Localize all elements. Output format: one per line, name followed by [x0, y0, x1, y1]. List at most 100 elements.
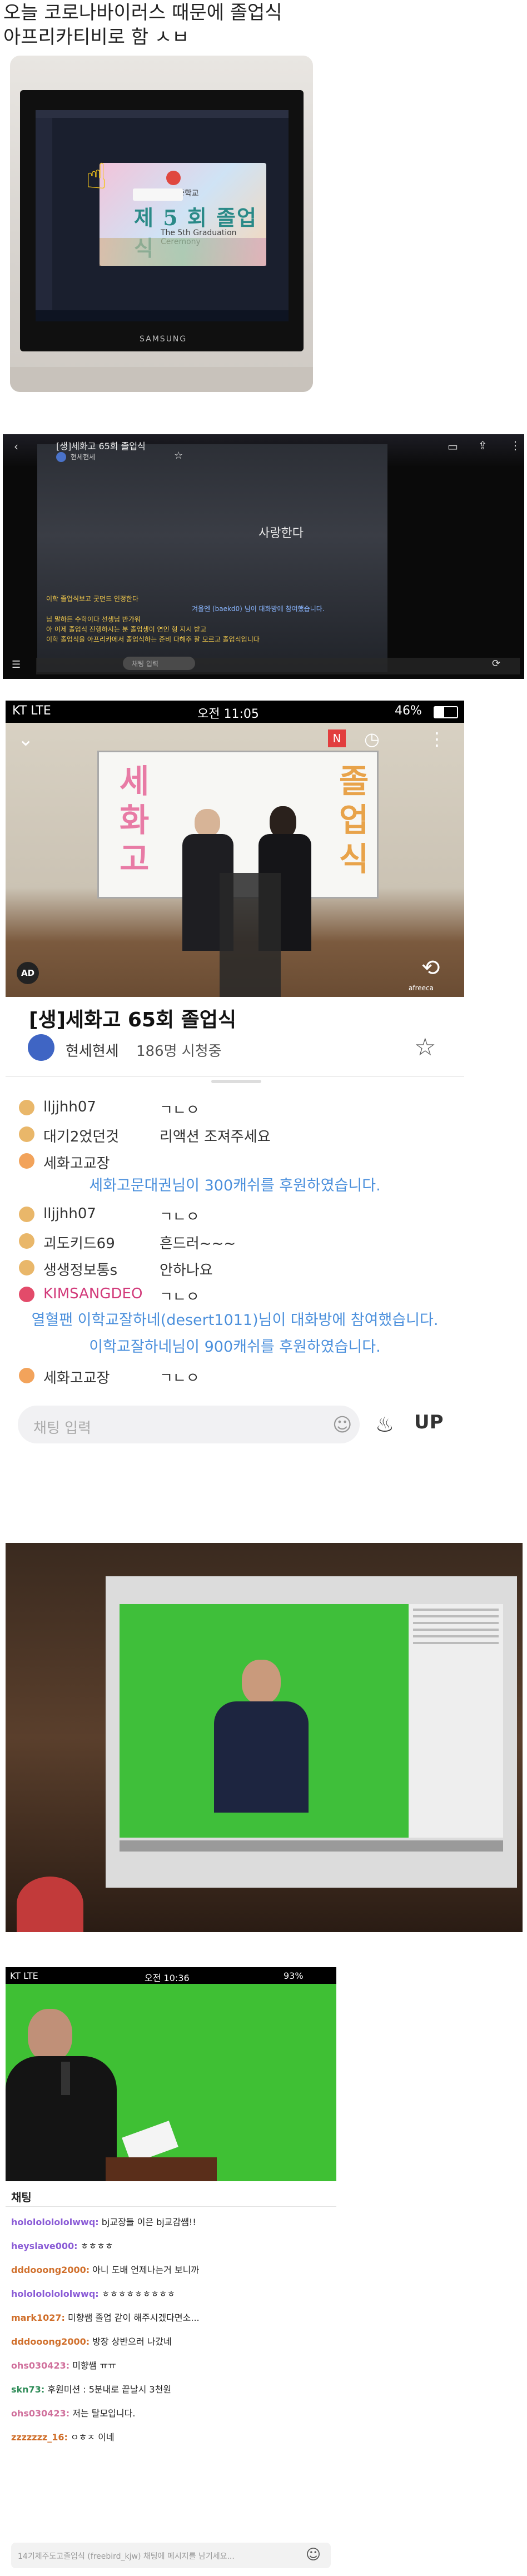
chat-line: hololololololwwq: ㅎㅎㅎㅎㅎㅎㅎㅎㅎ — [11, 2286, 175, 2300]
chat-message: 방장 상반으러 나갔네 — [92, 2336, 172, 2347]
red-chair — [17, 1877, 83, 1932]
chat-message: 아니 도배 언제나는거 보니까 — [92, 2265, 200, 2275]
board-char: 졸 — [339, 762, 369, 800]
battery-icon — [434, 706, 458, 718]
chat-username[interactable]: KIMSANGDEO — [43, 1285, 142, 1302]
user-icon — [19, 1368, 34, 1383]
cast-icon[interactable]: ▭ — [448, 440, 458, 453]
stream-player-dark: ‹ [생]세화고 65회 졸업식 현세현세 ☆ ▭ ⇪ ⋮ 사랑한다 이학 졸업… — [3, 434, 524, 679]
chat-row: lljjhh07 ㄱㄴㅇ — [6, 1094, 464, 1120]
chat-message: 미향쌤 졸업 같이 해주시겠다면소... — [68, 2312, 200, 2323]
chat-row: 세화고교장 — [6, 1148, 464, 1173]
carrier: KT LTE — [12, 704, 51, 718]
chat-username[interactable]: dddooong2000: — [11, 2336, 90, 2347]
chat-username[interactable]: hololololololwwq: — [11, 2289, 99, 2299]
battery-level: 93% — [284, 1971, 304, 1981]
chat-message: bj교장들 이은 bj교감쌤!! — [101, 2217, 196, 2227]
rotate-icon[interactable]: ⟳ — [492, 658, 500, 669]
stream-title: [생]세화고 65회 졸업식 — [56, 441, 146, 451]
chat-username[interactable]: mark1027: — [11, 2312, 65, 2323]
chat-message: 리액션 조져주세요 — [160, 1129, 271, 1145]
chat-username[interactable]: lljjhh07 — [43, 1205, 96, 1222]
board-char: 식 — [339, 840, 369, 878]
chat-username[interactable]: dddooong2000: — [11, 2265, 90, 2275]
chat-row: 세화고교장 ㄱㄴㅇ — [6, 1362, 464, 1388]
hand-cursor-icon: ☝ — [86, 156, 107, 197]
chat-username[interactable]: lljjhh07 — [43, 1099, 96, 1115]
user-icon — [19, 1153, 34, 1169]
chat-username[interactable]: 생생정보통s — [43, 1259, 117, 1279]
tv-screen: 중학교 제 5 회 졸업식 The 5th Graduation Ceremon… — [36, 110, 289, 321]
up-button[interactable]: UP — [414, 1411, 444, 1433]
channel-name[interactable]: 현세현세 — [66, 1040, 119, 1060]
chat-username[interactable]: ohs030423: — [11, 2360, 69, 2371]
chat-username[interactable]: heyslave000: — [11, 2241, 78, 2251]
school-emblem-icon — [166, 171, 181, 185]
more-icon[interactable]: ⋮ — [510, 439, 521, 452]
back-icon[interactable]: ‹ — [14, 440, 18, 453]
blurred-school-name — [133, 188, 183, 201]
chat-username[interactable]: 세화고교장 — [43, 1152, 110, 1173]
ad-badge[interactable]: AD — [17, 962, 39, 984]
chat-line: dddooong2000: 방장 상반으러 나갔네 — [11, 2334, 172, 2347]
chat-username[interactable]: ohs030423: — [11, 2408, 69, 2419]
projected-chat-panel — [409, 1604, 503, 1838]
chat-line: dddooong2000: 아니 도배 언제나는거 보니까 — [11, 2262, 199, 2276]
microphone-icon — [61, 2062, 70, 2095]
chat-username[interactable]: 괴도키드69 — [43, 1232, 115, 1253]
donation-notice: 세화고문대권님이 300캐쉬를 후원하였습니다. — [89, 1177, 381, 1194]
podium — [106, 2157, 217, 2181]
favorite-star-icon[interactable]: ☆ — [174, 450, 183, 461]
chat-row: KIMSANGDEO ㄱㄴㅇ — [6, 1281, 464, 1307]
player-chat-line: 이학 졸업식을 아프리카에서 졸업식하는 준비 다해주 잘 모르고 졸업식입니다 — [46, 636, 260, 643]
menu-icon[interactable]: ☰ — [12, 659, 21, 671]
new-badge-icon[interactable]: N — [328, 729, 346, 747]
chat-message: 후원미션 : 5분내로 끝날시 3천원 — [47, 2384, 172, 2395]
chat-username[interactable]: 세화고교장 — [43, 1367, 110, 1387]
join-notice: 열혈팬 이학교잘하네(desert1011)님이 대화방에 참여했습니다. — [31, 1312, 439, 1329]
gift-balloon-icon[interactable]: ♨ — [375, 1412, 394, 1437]
emoji-icon[interactable]: ☺ — [306, 2547, 321, 2563]
chat-username[interactable]: hololololololwwq: — [11, 2217, 99, 2227]
photo-projector-room — [6, 1543, 523, 1932]
chat-message: ㅎㅎㅎㅎ — [80, 2241, 113, 2251]
stream-title: [생]세화고 65회 졸업식 — [29, 1009, 237, 1031]
caption-line-1: 오늘 코로나바이러스 때문에 졸업식 — [3, 2, 282, 24]
vip-heart-icon — [19, 1287, 34, 1302]
favorite-star-icon[interactable]: ☆ — [414, 1033, 436, 1061]
afreeca-watermark: afreeca — [409, 984, 434, 992]
stream-video: 세 화 고 졸 업 식 ⌄ N ◷ ⋮ AD ⟲ afreeca — [6, 723, 464, 997]
rotate-screen-icon[interactable]: ⟲ — [421, 955, 440, 981]
channel-avatar[interactable] — [28, 1034, 54, 1061]
chat-username[interactable]: 대기2었던것 — [43, 1125, 119, 1146]
chat-message: ㅎㅎㅎㅎㅎㅎㅎㅎㅎ — [101, 2289, 176, 2299]
collapse-chevron-icon[interactable]: ⌄ — [18, 728, 34, 751]
chat-line: ohs030423: 미향쌤 ㅠㅠ — [11, 2358, 116, 2371]
graduation-slide: 중학교 제 5 회 졸업식 The 5th Graduation Ceremon… — [86, 156, 266, 266]
monitor-brand: SAMSUNG — [140, 335, 187, 344]
chat-username[interactable]: skn73: — [11, 2384, 44, 2395]
up-label: UP — [414, 1411, 444, 1433]
timer-icon[interactable]: ◷ — [364, 728, 380, 750]
battery-level: 46% — [395, 704, 422, 718]
chat-line: skn73: 후원미션 : 5분내로 끝날시 3천원 — [11, 2382, 171, 2395]
photo-tv-screen: 중학교 제 5 회 졸업식 The 5th Graduation Ceremon… — [10, 56, 313, 392]
slide-photo-strip — [100, 238, 266, 266]
phone-stream-app: KT LTE 오전 11:05 46% 세 화 고 졸 업 식 ⌄ N ◷ ⋮ … — [6, 701, 464, 1510]
chat-username[interactable]: zzzzzzz_16: — [11, 2432, 68, 2443]
drag-handle[interactable] — [211, 1080, 261, 1083]
caption-line-2: 아프리카티비로 함 ㅅㅂ — [3, 26, 190, 48]
share-icon[interactable]: ⇪ — [478, 439, 488, 452]
chat-row: lljjhh07 ㄱㄴㅇ — [6, 1201, 464, 1227]
chat-message: 미향쌤 ㅠㅠ — [72, 2360, 116, 2371]
chat-message: 안하나요 — [160, 1262, 213, 1279]
chat-message: ㄱㄴㅇ — [160, 1102, 200, 1119]
chat-message: ㅇㅎㅈ 이네 — [70, 2432, 115, 2443]
player-chat-line: 아 이제 졸업식 진행하시는 분 졸업생이 연인 형 지시 받고 — [46, 626, 207, 633]
video-overlay-text: 사랑한다 — [258, 527, 304, 540]
board-char: 업 — [339, 801, 369, 839]
green-screen-video — [6, 1984, 336, 2181]
status-bar: KT LTE 오전 10:36 93% — [6, 1967, 336, 1984]
emoji-icon[interactable]: ☺ — [332, 1414, 352, 1436]
more-options-icon[interactable]: ⋮ — [428, 728, 446, 750]
